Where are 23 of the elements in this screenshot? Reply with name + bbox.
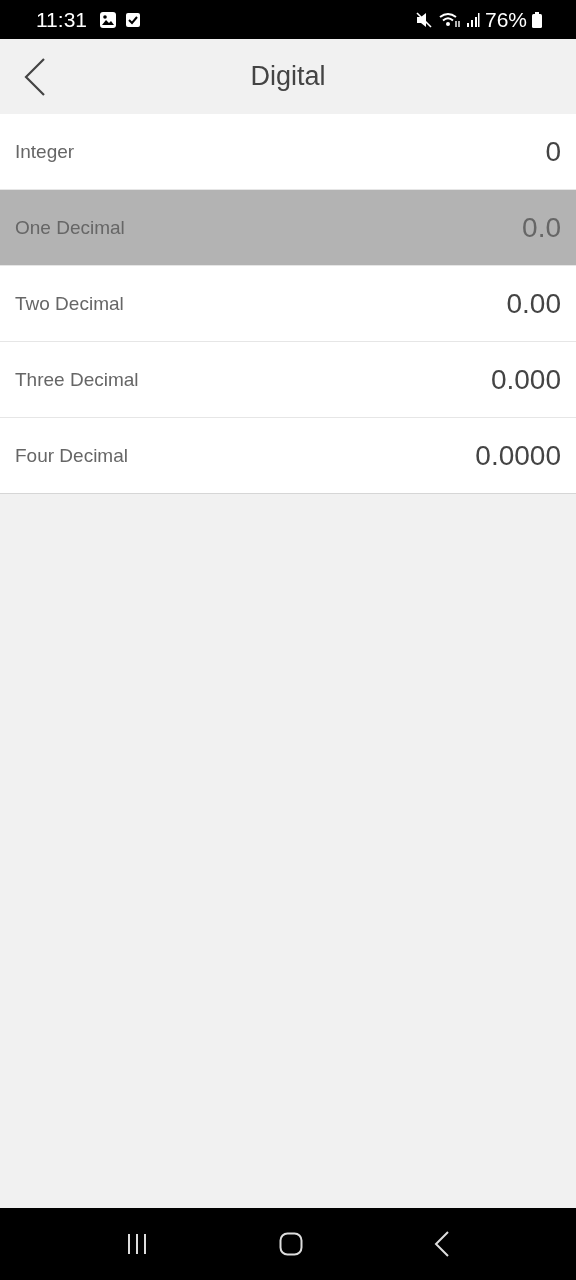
- option-value: 0.0: [522, 211, 561, 244]
- option-value: 0.00: [506, 287, 561, 320]
- signal-icon: [465, 12, 480, 27]
- battery-icon: [532, 11, 542, 28]
- mute-icon: [415, 11, 434, 28]
- option-label: Integer: [15, 140, 75, 163]
- recent-apps-icon[interactable]: [125, 1233, 148, 1255]
- option-label: Three Decimal: [15, 368, 139, 391]
- option-label: One Decimal: [15, 216, 125, 239]
- option-label: Four Decimal: [15, 444, 128, 467]
- option-value: 0.0000: [475, 439, 561, 472]
- back-icon[interactable]: [434, 1231, 451, 1257]
- battery-level: 76%: [484, 7, 527, 32]
- home-icon[interactable]: [279, 1232, 303, 1256]
- page-title: Digital: [250, 61, 326, 92]
- gallery-icon: [99, 10, 117, 29]
- wifi-icon: [438, 11, 461, 28]
- option-value: 0.000: [490, 363, 561, 396]
- back-button[interactable]: [22, 57, 48, 97]
- status-time: 11:31: [36, 7, 87, 32]
- option-label: Two Decimal: [15, 292, 124, 315]
- option-value: 0: [545, 135, 561, 168]
- checkbox-icon: [125, 11, 141, 28]
